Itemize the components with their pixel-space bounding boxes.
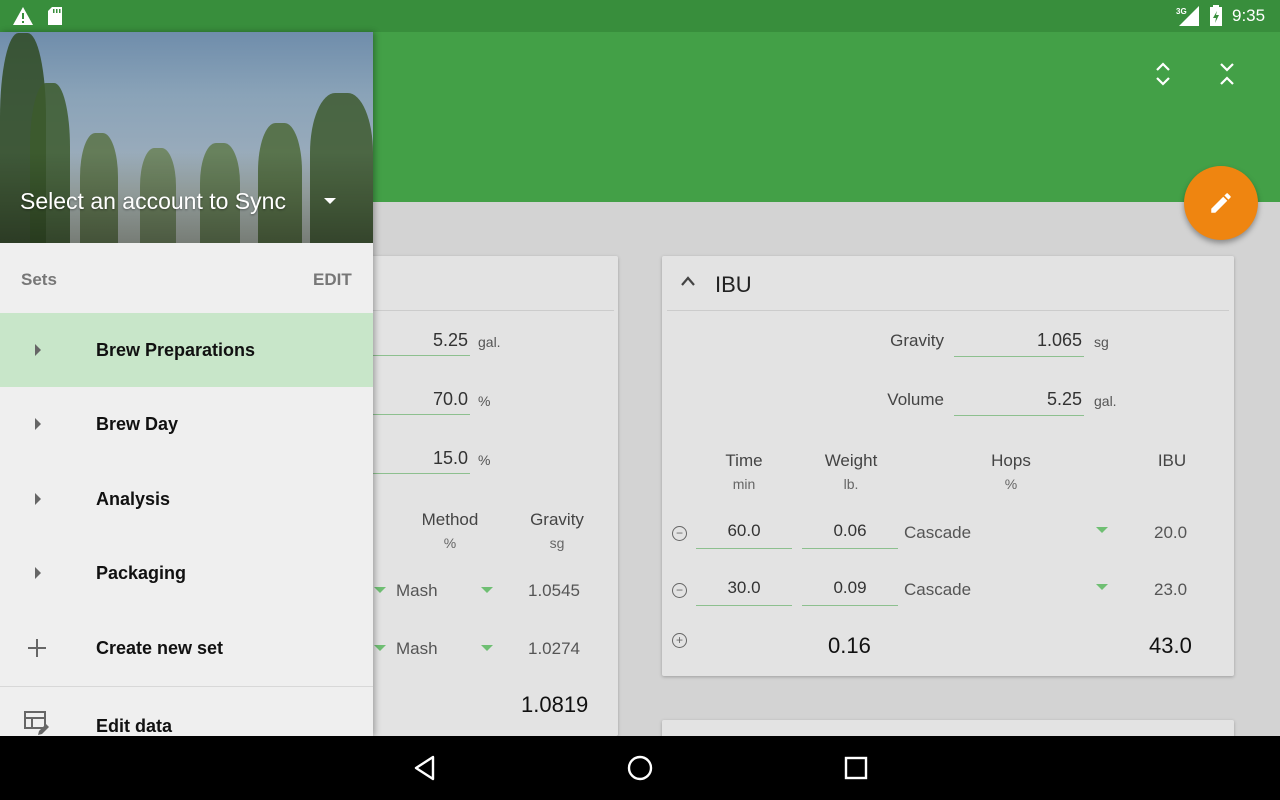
table-edit-icon (24, 711, 49, 735)
dropdown-arrow-icon[interactable] (1096, 527, 1108, 533)
hops-select[interactable]: Cascade (904, 580, 971, 600)
system-navigation-bar (0, 736, 1280, 800)
drawer-item-label: Brew Day (96, 414, 179, 434)
edit-sets-button[interactable]: EDIT (313, 270, 352, 290)
chevron-up-icon[interactable] (680, 275, 696, 287)
method-subheader: % (443, 535, 457, 551)
weight-subheader: lb. (843, 476, 859, 492)
signal-icon: 3G (1176, 6, 1199, 26)
total-ibu: 43.0 (1149, 633, 1192, 658)
clock: 9:35 (1232, 6, 1266, 25)
recents-icon[interactable] (844, 754, 868, 782)
method-header: Method (421, 510, 479, 529)
chevron-right-icon (35, 344, 41, 356)
ibu-value: 20.0 (1154, 523, 1188, 542)
method-select[interactable]: Mash (396, 581, 438, 601)
hops-select[interactable]: Cascade (904, 523, 971, 543)
volume-field[interactable]: 5.25 (954, 389, 1084, 416)
dropdown-arrow-icon[interactable] (1096, 584, 1108, 590)
status-bar: 3G 9:35 (0, 0, 1280, 32)
drawer-item-brew-day[interactable]: Brew Day (0, 387, 373, 461)
chevron-right-icon (35, 567, 41, 579)
edit-icon (1211, 193, 1231, 213)
ibu-card-title: IBU (715, 272, 752, 297)
volume-field[interactable]: 5.25 (360, 330, 470, 356)
dropdown-arrow-icon[interactable] (374, 645, 386, 651)
time-header: Time (725, 451, 763, 470)
efficiency-field[interactable]: 70.0 (360, 389, 470, 415)
battery-icon (1210, 5, 1222, 26)
sets-label: Sets (21, 270, 57, 289)
efficiency-unit: % (478, 393, 491, 409)
back-icon[interactable] (412, 754, 438, 782)
drawer-item-label: Create new set (96, 638, 224, 658)
card-divider (667, 310, 1229, 311)
dropdown-arrow-icon[interactable] (374, 587, 386, 593)
account-selector[interactable]: Select an account to Sync (20, 188, 286, 215)
gravity-label: Gravity (890, 331, 944, 350)
weight-field[interactable]: 0.06 (802, 521, 898, 549)
gravity-header: Gravity (530, 510, 584, 529)
total-weight: 0.16 (828, 633, 871, 658)
percent-field[interactable]: 15.0 (360, 448, 470, 474)
ibu-card: IBU Gravity 1.065 sg Volume 5.25 gal. Ti… (662, 256, 1234, 676)
navigation-drawer: Select an account to Sync Sets EDIT Brew… (0, 32, 373, 736)
drawer-item-create-new-set[interactable]: Create new set (0, 611, 373, 685)
drawer-item-label: Packaging (96, 563, 187, 583)
edit-fab-button[interactable] (1184, 166, 1258, 240)
gravity-value: 1.0545 (528, 581, 580, 600)
add-row-icon[interactable]: + (672, 633, 687, 648)
dropdown-arrow-icon[interactable] (481, 587, 493, 593)
volume-unit: gal. (1094, 393, 1117, 409)
remove-row-icon[interactable]: − (672, 526, 687, 541)
gravity-subheader: sg (549, 535, 565, 551)
time-field[interactable]: 30.0 (696, 578, 792, 606)
expand-all-icon[interactable] (1151, 60, 1175, 88)
chevron-right-icon (35, 418, 41, 430)
gravity-unit: sg (1094, 334, 1109, 350)
chevron-right-icon (35, 493, 41, 505)
warning-icon (13, 7, 33, 25)
gravity-field[interactable]: 1.065 (954, 330, 1084, 357)
total-gravity: 1.0819 (521, 692, 589, 717)
volume-unit: gal. (478, 334, 501, 350)
drawer-item-label: Analysis (96, 489, 171, 509)
ibu-header: IBU (1157, 451, 1187, 470)
hops-subheader: % (1004, 476, 1018, 492)
drawer-item-brew-preparations[interactable]: Brew Preparations (0, 313, 373, 387)
weight-field[interactable]: 0.09 (802, 578, 898, 606)
collapse-all-icon[interactable] (1215, 60, 1239, 88)
time-subheader: min (732, 476, 756, 492)
sd-card-icon (48, 7, 62, 25)
volume-label: Volume (887, 390, 944, 409)
svg-text:3G: 3G (1176, 7, 1187, 16)
percent-unit: % (478, 452, 491, 468)
weight-header: Weight (824, 451, 878, 470)
method-select[interactable]: Mash (396, 639, 438, 659)
home-icon[interactable] (626, 754, 654, 782)
drawer-item-analysis[interactable]: Analysis (0, 462, 373, 536)
drawer-header: Select an account to Sync (0, 32, 373, 243)
account-dropdown-icon[interactable] (324, 198, 336, 204)
drawer-item-edit-data[interactable]: Edit data (0, 687, 373, 736)
gravity-value: 1.0274 (528, 639, 580, 658)
plus-icon (28, 639, 46, 657)
ibu-value: 23.0 (1154, 580, 1188, 599)
dropdown-arrow-icon[interactable] (481, 645, 493, 651)
sets-header: Sets EDIT (0, 243, 373, 313)
remove-row-icon[interactable]: − (672, 583, 687, 598)
time-field[interactable]: 60.0 (696, 521, 792, 549)
drawer-item-label: Edit data (96, 716, 173, 736)
drawer-item-packaging[interactable]: Packaging (0, 536, 373, 610)
hops-header: Hops (991, 451, 1031, 470)
drawer-item-label: Brew Preparations (96, 340, 256, 360)
